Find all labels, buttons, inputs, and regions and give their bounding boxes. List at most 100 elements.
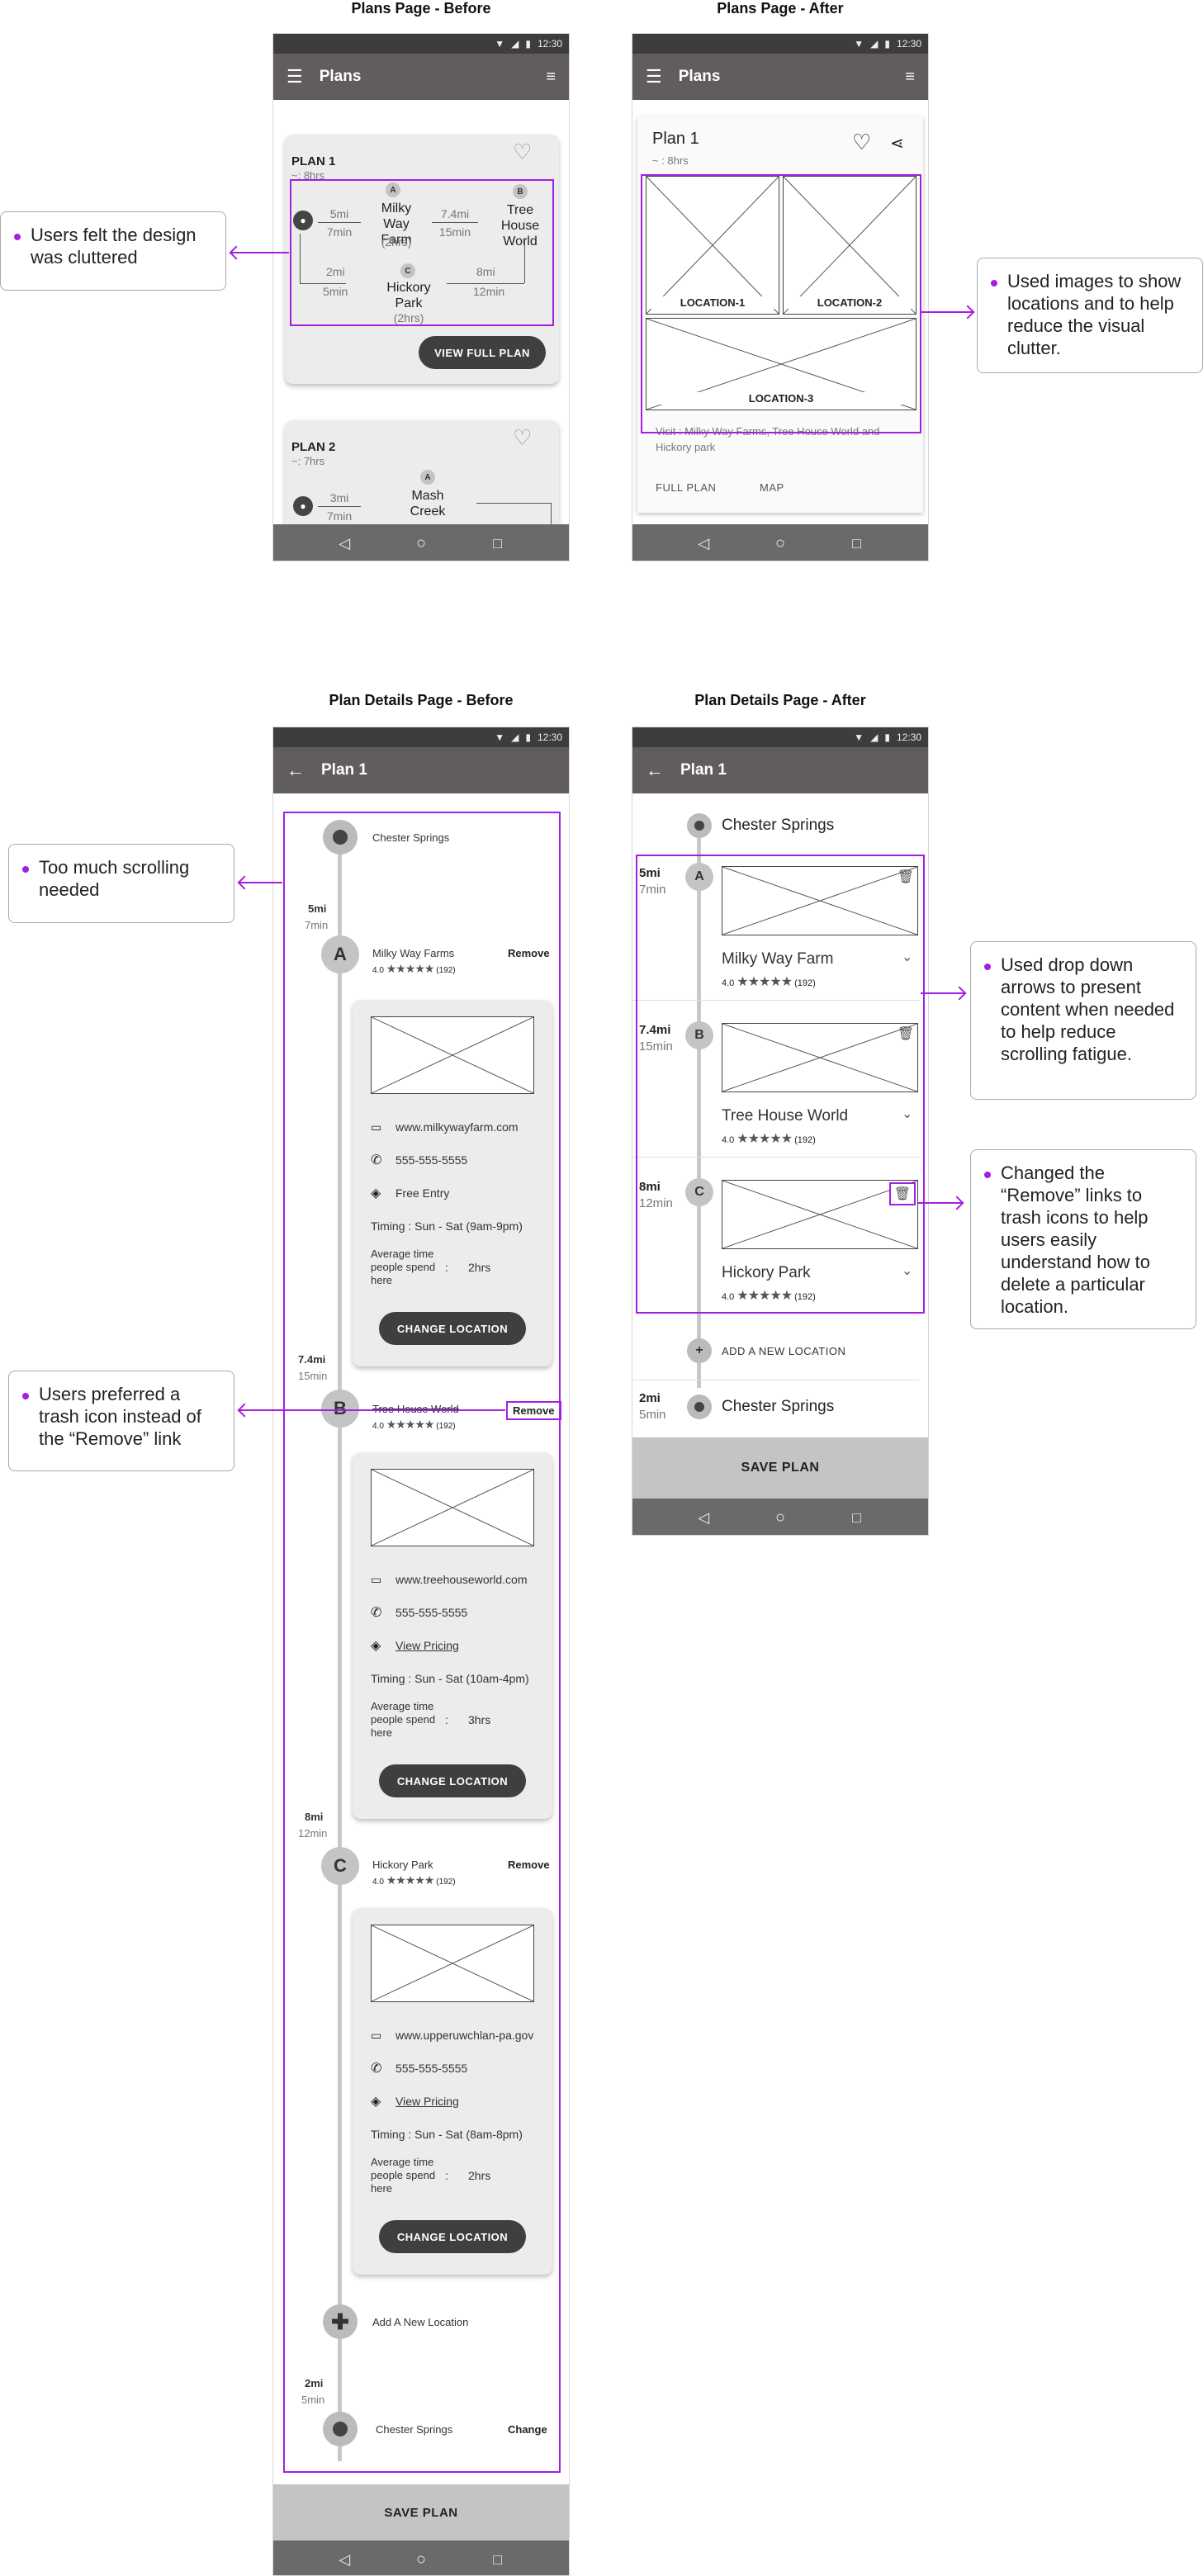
nav-bar: ◁ ○ □ bbox=[273, 2540, 569, 2575]
wifi-icon: ▼ bbox=[854, 38, 864, 50]
back-arrow-icon[interactable]: ← bbox=[646, 760, 664, 781]
home-nav-icon[interactable]: ○ bbox=[770, 1508, 790, 1527]
add-icon[interactable]: + bbox=[687, 1338, 712, 1363]
menu-icon[interactable]: ☰ bbox=[287, 66, 303, 88]
recents-nav-icon[interactable]: □ bbox=[847, 533, 867, 553]
arrowhead bbox=[950, 1196, 964, 1210]
wifi-icon: ▼ bbox=[854, 732, 864, 743]
wifi-icon: ▼ bbox=[495, 732, 505, 743]
callout-text: Too much scrolling needed bbox=[39, 857, 190, 900]
phone-details-after: ▼ ◢ ▮ 12:30 ← Plan 1 Chester Springs 5mi 7… bbox=[632, 727, 929, 1536]
highlight-route bbox=[290, 179, 554, 326]
seg-time: 5min bbox=[639, 1408, 666, 1422]
view-full-plan-button[interactable]: VIEW FULL PLAN bbox=[419, 336, 546, 369]
seg-dist: 2mi bbox=[639, 1391, 661, 1405]
status-bar: ▼ ◢ ▮ 12:30 bbox=[632, 34, 928, 54]
title-details-after: Plan Details Page - After bbox=[694, 692, 866, 708]
nav-bar: ◁ ○ □ bbox=[632, 1499, 928, 1535]
home-nav-icon[interactable]: ○ bbox=[770, 533, 790, 553]
wifi-icon: ▼ bbox=[495, 38, 505, 50]
end-pin-icon bbox=[687, 1395, 712, 1419]
app-bar: ← Plan 1 bbox=[273, 747, 569, 793]
bullet-icon bbox=[22, 866, 29, 873]
heart-icon[interactable]: ♡ bbox=[513, 425, 532, 451]
plan-duration: ~ : 8hrs bbox=[652, 154, 689, 167]
status-bar: ▼ ◢ ▮ 12:30 bbox=[273, 727, 569, 747]
signal-icon: ◢ bbox=[870, 732, 879, 743]
signal-icon: ◢ bbox=[870, 38, 879, 50]
start-pin-icon bbox=[687, 813, 712, 838]
back-nav-icon[interactable]: ◁ bbox=[334, 533, 354, 553]
callout-text: Users preferred a trash icon instead of … bbox=[39, 1384, 201, 1449]
page-title: Plan 1 bbox=[680, 761, 727, 779]
page-title: Plan 1 bbox=[321, 761, 367, 779]
recents-nav-icon[interactable]: □ bbox=[488, 533, 508, 553]
phone-details-before: ▼ ◢ ▮ 12:30 ← Plan 1 Chester Springs 5mi 7… bbox=[272, 727, 570, 2576]
add-location-link[interactable]: ADD A NEW LOCATION bbox=[722, 1345, 845, 1357]
heart-icon[interactable]: ♡ bbox=[513, 140, 532, 165]
arrowhead bbox=[952, 986, 967, 1001]
bullet-icon bbox=[991, 280, 997, 286]
save-plan-button[interactable]: SAVE PLAN bbox=[273, 2484, 569, 2540]
bullet-icon bbox=[14, 234, 21, 240]
home-nav-icon[interactable]: ○ bbox=[411, 533, 431, 553]
route-line bbox=[476, 503, 551, 504]
highlight-list bbox=[636, 855, 925, 1314]
arrowhead bbox=[237, 1403, 252, 1418]
recents-nav-icon[interactable]: □ bbox=[488, 2550, 508, 2569]
callout-cluttered: Users felt the design was cluttered bbox=[0, 211, 226, 291]
battery-icon: ▮ bbox=[525, 732, 531, 743]
save-plan-button[interactable]: SAVE PLAN bbox=[632, 1437, 928, 1499]
plan-title: PLAN 2 bbox=[291, 440, 336, 454]
full-plan-link[interactable]: FULL PLAN bbox=[656, 481, 716, 494]
battery-icon: ▮ bbox=[884, 732, 890, 743]
title-plans-before: Plans Page - Before bbox=[351, 0, 491, 17]
callout-text: Users felt the design was cluttered bbox=[31, 225, 197, 268]
callout-trash-pref: Users preferred a trash icon instead of … bbox=[8, 1371, 234, 1471]
home-nav-icon[interactable]: ○ bbox=[411, 2550, 431, 2569]
nav-bar: ◁ ○ □ bbox=[273, 524, 569, 561]
marker-a: A bbox=[420, 470, 435, 485]
start-pin-icon: ● bbox=[293, 496, 313, 516]
heart-icon[interactable]: ♡ bbox=[852, 130, 871, 155]
nav-bar: ◁ ○ □ bbox=[632, 524, 928, 561]
filter-icon[interactable]: ≡ bbox=[546, 68, 556, 87]
filter-icon[interactable]: ≡ bbox=[905, 68, 915, 87]
highlight-scroll bbox=[283, 812, 561, 2473]
plan-title: PLAN 1 bbox=[291, 154, 336, 168]
seg1-time: 7min bbox=[326, 509, 353, 523]
share-icon[interactable]: ⋖ bbox=[890, 133, 904, 154]
back-arrow-icon[interactable]: ← bbox=[287, 760, 305, 781]
back-nav-icon[interactable]: ◁ bbox=[694, 533, 713, 553]
status-time: 12:30 bbox=[537, 732, 562, 743]
status-bar: ▼ ◢ ▮ 12:30 bbox=[632, 727, 928, 747]
seg1: 3mi 7min bbox=[318, 491, 361, 523]
status-time: 12:30 bbox=[896, 732, 921, 743]
callout-remove-change: Changed the “Remove” links to trash icon… bbox=[970, 1149, 1196, 1329]
highlight-images bbox=[641, 174, 921, 433]
arrowhead bbox=[237, 875, 252, 890]
seg1-dist: 3mi bbox=[329, 491, 349, 504]
page-title: Plans bbox=[319, 68, 362, 85]
recents-nav-icon[interactable]: □ bbox=[847, 1508, 867, 1527]
battery-icon: ▮ bbox=[884, 38, 890, 50]
callout-images: Used images to show locations and to hel… bbox=[977, 258, 1203, 373]
phone-plans-after: ▼ ◢ ▮ 12:30 ☰ Plans ≡ Plan 1 ~ : 8hrs ♡ ⋖ … bbox=[632, 33, 929, 561]
phone-plans-before: ▼ ◢ ▮ 12:30 ☰ Plans ≡ PLAN 1 ~: 8hrs ♡ ● 5… bbox=[272, 33, 570, 561]
app-bar: ☰ Plans ≡ bbox=[632, 54, 928, 100]
arrowhead bbox=[960, 305, 975, 320]
map-link[interactable]: MAP bbox=[760, 481, 784, 494]
app-bar: ← Plan 1 bbox=[632, 747, 928, 793]
start-name: Chester Springs bbox=[722, 817, 835, 834]
callout-text: Used images to show locations and to hel… bbox=[1007, 271, 1182, 358]
status-bar: ▼ ◢ ▮ 12:30 bbox=[273, 34, 569, 54]
bullet-icon bbox=[984, 1172, 991, 1178]
end-name: Chester Springs bbox=[722, 1398, 835, 1415]
title-plans-after: Plans Page - After bbox=[717, 0, 844, 17]
menu-icon[interactable]: ☰ bbox=[646, 66, 662, 88]
battery-icon: ▮ bbox=[525, 38, 531, 50]
app-bar: ☰ Plans ≡ bbox=[273, 54, 569, 100]
callout-scrolling: Too much scrolling needed bbox=[8, 844, 234, 923]
back-nav-icon[interactable]: ◁ bbox=[334, 2550, 354, 2569]
back-nav-icon[interactable]: ◁ bbox=[694, 1508, 713, 1527]
